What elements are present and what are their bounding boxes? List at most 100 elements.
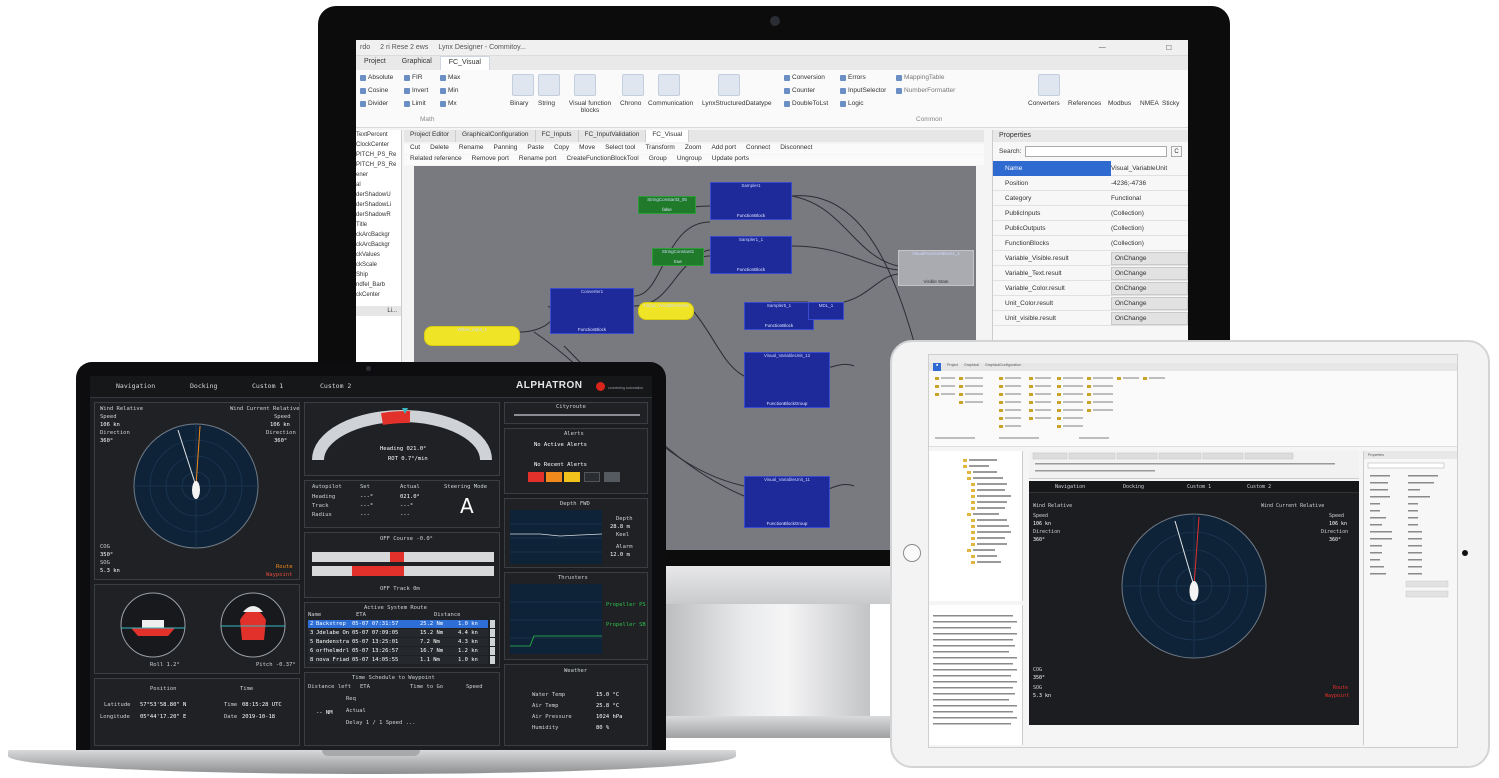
toolbox-item[interactable]: ckValues: [356, 250, 401, 260]
toolbar-button[interactable]: Delete: [430, 144, 449, 154]
ribbon-inputselector[interactable]: InputSelector: [840, 87, 886, 94]
property-value[interactable]: -4236;-4736: [1111, 180, 1188, 187]
toolbar-button[interactable]: Update ports: [712, 155, 749, 165]
toolbar-button[interactable]: Remove port: [472, 155, 509, 165]
ribbon-references[interactable]: References: [1068, 100, 1101, 107]
toolbox-item[interactable]: al: [356, 180, 401, 190]
toolbar-button[interactable]: Paste: [527, 144, 544, 154]
ribbon-mx[interactable]: Mx: [440, 100, 457, 107]
ribbon-converters[interactable]: Converters: [1028, 100, 1060, 107]
toolbox-item[interactable]: derShadowU: [356, 190, 401, 200]
ack-button[interactable]: [604, 472, 620, 482]
property-row[interactable]: PublicInputs (Collection): [993, 206, 1188, 221]
toolbox-item[interactable]: PITCH_PS_Re: [356, 150, 401, 160]
function-block[interactable]: Visual_VariableUnit_11 FunctionBlockGroup: [744, 476, 830, 528]
toolbox-item[interactable]: derShadowR: [356, 210, 401, 220]
ribbon-mappingtable[interactable]: MappingTable: [896, 74, 944, 81]
warning-filter-button[interactable]: [546, 472, 562, 482]
toolbar-button[interactable]: Zoom: [685, 144, 702, 154]
tab-custom-1[interactable]: Custom 1: [252, 382, 283, 394]
property-row[interactable]: Unit_Color.result OnChange: [993, 296, 1188, 311]
toolbox-item[interactable]: ndfel_Barb: [356, 280, 401, 290]
route-scrollbar[interactable]: [490, 656, 495, 664]
route-scrollbar[interactable]: [490, 620, 495, 628]
ribbon-numberformatter[interactable]: NumberFormatter: [896, 87, 955, 94]
tab-project-editor[interactable]: Project Editor: [404, 130, 457, 142]
toolbar-button[interactable]: Add port: [711, 144, 736, 154]
property-row[interactable]: PublicOutputs (Collection): [993, 221, 1188, 236]
route-scrollbar[interactable]: [490, 629, 495, 637]
function-block[interactable]: Sampler1 FunctionBlock: [710, 182, 792, 220]
ribbon-fir[interactable]: FIR: [404, 74, 422, 81]
property-value[interactable]: Visual_VariableUnit: [1111, 165, 1188, 172]
ribbon-lynx-datatype[interactable]: LynxStructuredDatatype: [702, 100, 772, 107]
ribbon-logic[interactable]: Logic: [840, 100, 864, 107]
toolbar-button[interactable]: Panning: [494, 144, 518, 154]
ribbon-cosine[interactable]: Cosine: [360, 87, 388, 94]
tab-custom-2[interactable]: Custom 2: [320, 382, 351, 394]
tablet-tab-docking[interactable]: Docking: [1123, 484, 1144, 490]
ribbon-errors[interactable]: Errors: [840, 74, 866, 81]
toolbar-button[interactable]: CreateFunctionBlockTool: [566, 155, 638, 165]
property-row[interactable]: Unit_visible.result OnChange: [993, 311, 1188, 326]
function-block[interactable]: Converter1 FunctionBlock: [550, 288, 634, 334]
function-block[interactable]: VisualFunctionBlock1_1 Visible State: [898, 250, 974, 286]
string-icon[interactable]: [538, 74, 560, 96]
toolbar-button[interactable]: Move: [579, 144, 595, 154]
ribbon-limit[interactable]: Limit: [404, 100, 426, 107]
property-value[interactable]: OnChange: [1111, 296, 1188, 310]
tablet-tab-project[interactable]: Project: [947, 363, 958, 371]
function-block[interactable]: Visual_VariableUnit_12 FunctionBlockGroup: [744, 352, 830, 408]
property-row[interactable]: FunctionBlocks (Collection): [993, 236, 1188, 251]
tablet-tab-graphicalconfiguration[interactable]: GraphicalConfiguration: [985, 363, 1021, 371]
toolbox-item[interactable]: derShadowLi: [356, 200, 401, 210]
function-block[interactable]: Sampler1_1 FunctionBlock: [710, 236, 792, 274]
ribbon-divider[interactable]: Divider: [360, 100, 388, 107]
property-row[interactable]: Position -4236;-4736: [993, 176, 1188, 191]
function-block[interactable]: Tinput_VisualElements: [638, 302, 694, 320]
route-scrollbar[interactable]: [490, 647, 495, 655]
tablet-home-button[interactable]: [903, 544, 921, 562]
property-value[interactable]: Functional: [1111, 195, 1188, 202]
tab-fc-visual-doc[interactable]: FC_Visual: [646, 130, 690, 142]
communication-icon[interactable]: [658, 74, 680, 96]
tab-fc-inputs[interactable]: FC_Inputs: [536, 130, 579, 142]
property-value[interactable]: OnChange: [1111, 266, 1188, 280]
toolbar-button[interactable]: Related reference: [410, 155, 462, 165]
toolbar-button[interactable]: Connect: [746, 144, 770, 154]
clear-icon[interactable]: C: [1171, 146, 1182, 157]
property-row[interactable]: Variable_Color.result OnChange: [993, 281, 1188, 296]
alarm-filter-button[interactable]: [528, 472, 544, 482]
ribbon-string[interactable]: String: [538, 100, 555, 107]
ribbon-min[interactable]: Min: [440, 87, 458, 94]
toolbox-bottom-tab[interactable]: Li...: [356, 306, 401, 316]
property-row[interactable]: Name Visual_VariableUnit: [993, 160, 1188, 176]
toolbar-button[interactable]: Rename port: [519, 155, 557, 165]
ribbon-invert[interactable]: Invert: [404, 87, 428, 94]
tablet-tab-custom-1[interactable]: Custom 1: [1187, 484, 1211, 490]
toolbox-item[interactable]: Title: [356, 220, 401, 230]
tab-docking[interactable]: Docking: [190, 382, 217, 394]
toolbox-item[interactable]: TextPercent: [356, 130, 401, 140]
toolbox-item[interactable]: ckScale: [356, 260, 401, 270]
property-value[interactable]: (Collection): [1111, 225, 1188, 232]
ribbon-chrono[interactable]: Chrono: [620, 100, 641, 107]
toolbar-button[interactable]: Select tool: [605, 144, 635, 154]
ribbon-counter[interactable]: Counter: [784, 87, 815, 94]
tab-graphical-configuration[interactable]: GraphicalConfiguration: [456, 130, 536, 142]
toolbar-button[interactable]: Ungroup: [677, 155, 702, 165]
toolbar-button[interactable]: Copy: [554, 144, 569, 154]
function-block[interactable]: StringConstant1 true: [652, 248, 704, 266]
mute-button[interactable]: [584, 472, 600, 482]
toolbar-button[interactable]: Cut: [410, 144, 420, 154]
tab-project[interactable]: Project: [356, 56, 394, 70]
toolbar-button[interactable]: Rename: [459, 144, 484, 154]
cityroute-slider[interactable]: [514, 414, 640, 416]
toolbar-button[interactable]: Transform: [645, 144, 674, 154]
tablet-tab-navigation[interactable]: Navigation: [1055, 484, 1085, 490]
toolbar-button[interactable]: Disconnect: [780, 144, 812, 154]
property-row[interactable]: Category Functional: [993, 191, 1188, 206]
tablet-tab-file-icon[interactable]: ■: [933, 363, 942, 371]
toolbox-item[interactable]: ClockCenter: [356, 140, 401, 150]
toolbar-button[interactable]: Group: [649, 155, 667, 165]
